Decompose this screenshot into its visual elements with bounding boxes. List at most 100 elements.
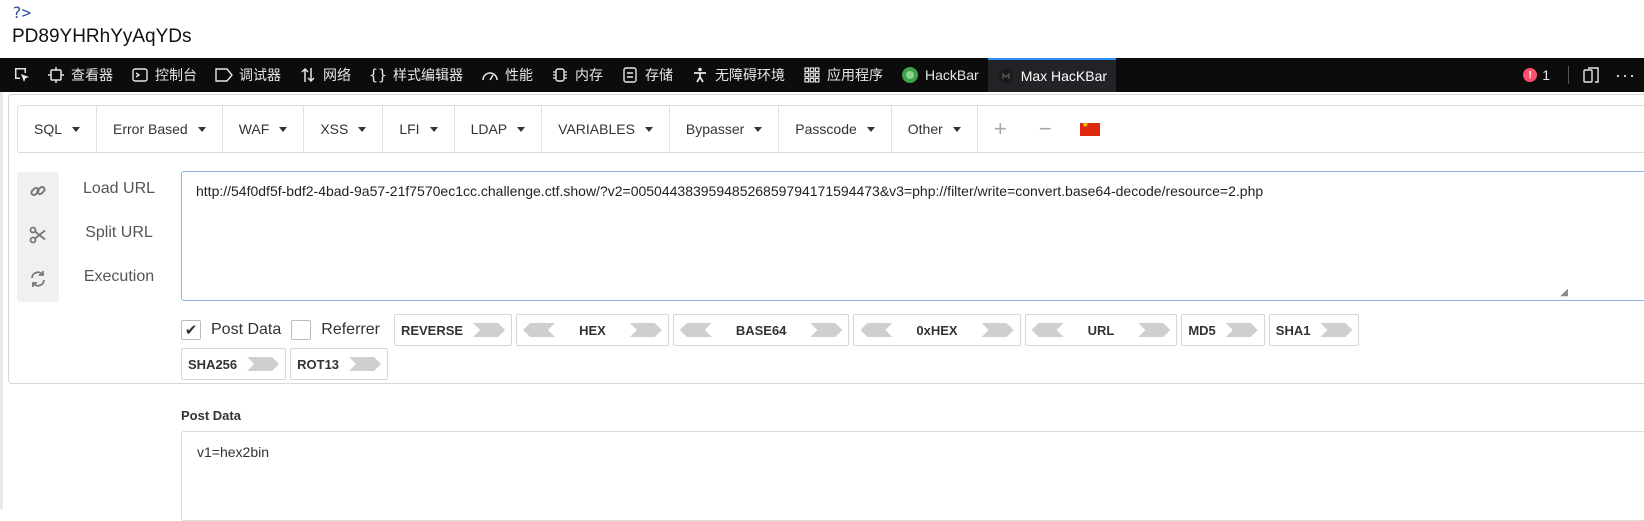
accessibility-icon: [691, 66, 709, 84]
memory-icon: [551, 66, 569, 84]
oxhex-button[interactable]: 0xHEX: [853, 314, 1021, 346]
arrow-right-icon: [1225, 323, 1258, 337]
menu-passcode[interactable]: Passcode: [779, 106, 892, 152]
hex-label: HEX: [579, 322, 606, 338]
arrow-right-icon: [629, 323, 662, 337]
rot13-label: ROT13: [297, 356, 340, 372]
rot13-button[interactable]: ROT13: [290, 348, 389, 380]
encoder-row-1: ✔ Post Data Referrer REVERSE HEX BASE64 …: [181, 313, 1363, 347]
tab-performance[interactable]: 性能: [472, 58, 542, 92]
menu-bypasser-label: Bypasser: [685, 121, 745, 137]
responsive-design-button[interactable]: [1577, 66, 1607, 84]
chevron-down-icon: [644, 126, 653, 132]
menu-variables[interactable]: VARIABLES: [542, 106, 670, 152]
tab-max-hackbar[interactable]: Max HacKBar: [987, 58, 1117, 92]
more-options-button[interactable]: ···: [1607, 65, 1644, 86]
base64-button[interactable]: BASE64: [672, 314, 850, 346]
arrow-right-icon: [1138, 323, 1171, 337]
load-url-icon-button[interactable]: [17, 176, 59, 206]
php-close-tag: ?>: [12, 3, 32, 22]
chevron-down-icon: [197, 126, 206, 132]
menu-sql-label: SQL: [34, 121, 63, 137]
sha1-button[interactable]: SHA1: [1268, 314, 1360, 346]
responsive-design-icon: [1583, 67, 1599, 83]
reverse-label: REVERSE: [400, 322, 464, 338]
split-url-button[interactable]: Split URL: [69, 224, 169, 242]
encoder-row-2: SHA256 ROT13: [181, 347, 392, 381]
menu-ldap-label: LDAP: [470, 121, 508, 137]
post-data-textarea[interactable]: v1=hex2bin: [181, 431, 1644, 521]
arrow-right-icon: [247, 357, 280, 371]
tab-inspector[interactable]: 查看器: [38, 58, 122, 92]
page-output-text: PD89YHRhYyAqYDs: [12, 26, 192, 47]
menu-waf-label: WAF: [238, 121, 270, 137]
tab-network[interactable]: 网络: [290, 58, 360, 92]
arrow-left-icon: [523, 323, 556, 337]
tab-storage[interactable]: 存储: [612, 58, 682, 92]
hackbar-menu: SQL Error Based WAF XSS LFI LDAP VARIABL…: [17, 105, 1644, 153]
hex-button[interactable]: HEX: [516, 314, 669, 346]
chevron-down-icon: [279, 126, 288, 132]
more-icon: ···: [1615, 64, 1636, 85]
chevron-down-icon: [754, 126, 763, 132]
tab-debugger-label: 调试器: [239, 67, 281, 83]
load-url-button[interactable]: Load URL: [69, 180, 169, 198]
arrow-left-icon: [1031, 323, 1064, 337]
language-button[interactable]: [1068, 106, 1112, 152]
menu-xss-label: XSS: [320, 121, 349, 137]
menu-other[interactable]: Other: [892, 106, 978, 152]
arrow-right-icon: [810, 323, 843, 337]
menu-bypasser[interactable]: Bypasser: [670, 106, 780, 152]
md5-label: MD5: [1188, 322, 1216, 338]
resize-grip-icon[interactable]: ◢: [1560, 287, 1568, 298]
execute-icon-button[interactable]: [17, 264, 59, 294]
tab-style-editor-label: 样式编辑器: [393, 67, 463, 83]
devtools-toolbar: 查看器 控制台 调试器 网络 {} 样式编辑器 性能 内存 存储 无障碍环境 应…: [0, 58, 1644, 92]
menu-lfi[interactable]: LFI: [383, 106, 455, 152]
sha256-button[interactable]: SHA256: [181, 348, 287, 380]
tab-storage-label: 存储: [645, 67, 673, 83]
post-data-checkbox[interactable]: ✔ Post Data: [181, 320, 281, 340]
chevron-down-icon: [358, 126, 367, 132]
console-icon: [131, 66, 149, 84]
menu-waf[interactable]: WAF: [223, 106, 305, 152]
menu-ldap[interactable]: LDAP: [455, 106, 543, 152]
application-icon: [803, 66, 821, 84]
zoom-out-button[interactable]: −: [1023, 106, 1068, 152]
tab-debugger[interactable]: 调试器: [206, 58, 290, 92]
network-icon: [299, 66, 317, 84]
page-left-edge: [0, 92, 3, 509]
tab-hackbar[interactable]: HackBar: [892, 58, 988, 92]
link-icon: [30, 185, 46, 197]
hackbar-panel: SQL Error Based WAF XSS LFI LDAP VARIABL…: [8, 94, 1644, 384]
reverse-button[interactable]: REVERSE: [393, 314, 513, 346]
tab-accessibility[interactable]: 无障碍环境: [682, 58, 794, 92]
execute-button[interactable]: Execution: [69, 268, 169, 286]
tab-application[interactable]: 应用程序: [794, 58, 892, 92]
menu-xss[interactable]: XSS: [304, 106, 384, 152]
menu-error-based[interactable]: Error Based: [97, 106, 223, 152]
chevron-down-icon: [866, 126, 875, 132]
error-count-badge[interactable]: ! 1: [1513, 67, 1560, 83]
tab-console[interactable]: 控制台: [122, 58, 206, 92]
unchecked-box-icon: [291, 320, 312, 340]
tab-memory[interactable]: 内存: [542, 58, 612, 92]
scissors-icon: [29, 226, 46, 244]
referrer-checkbox-label: Referrer: [321, 321, 380, 338]
menu-error-based-label: Error Based: [113, 121, 188, 137]
md5-button[interactable]: MD5: [1181, 314, 1265, 346]
hackbar-icon: [901, 66, 919, 84]
post-data-text: v1=hex2bin: [197, 444, 270, 460]
zoom-in-button[interactable]: +: [978, 106, 1023, 152]
element-picker-button[interactable]: [6, 58, 38, 92]
arrow-left-icon: [860, 323, 893, 337]
url-encode-button[interactable]: URL: [1024, 314, 1178, 346]
referrer-checkbox[interactable]: Referrer: [291, 320, 380, 340]
style-editor-icon: {}: [368, 66, 388, 84]
menu-sql[interactable]: SQL: [18, 106, 98, 152]
split-url-icon-button[interactable]: [17, 220, 59, 250]
tab-style-editor[interactable]: {} 样式编辑器: [360, 58, 472, 92]
url-text: http://54f0df5f-bdf2-4bad-9a57-21f7570ec…: [196, 183, 1264, 199]
url-textarea[interactable]: http://54f0df5f-bdf2-4bad-9a57-21f7570ec…: [181, 171, 1644, 301]
tab-application-label: 应用程序: [827, 67, 883, 83]
